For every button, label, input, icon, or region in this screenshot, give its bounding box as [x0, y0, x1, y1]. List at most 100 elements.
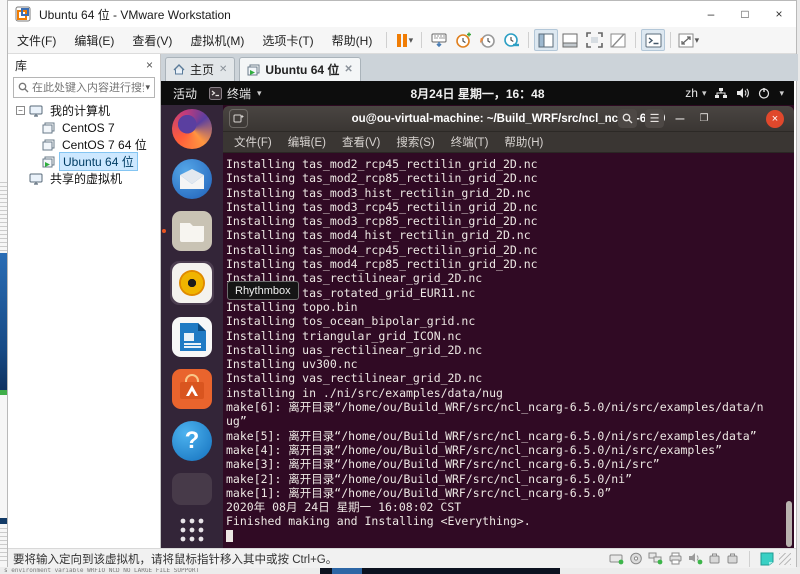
background-blue-block	[332, 567, 362, 574]
close-tab-icon[interactable]: ✕	[344, 64, 352, 75]
chevron-down-icon: ▾	[779, 88, 784, 99]
dock-app-grid[interactable]	[170, 513, 214, 547]
activities-button[interactable]: 活动	[161, 85, 209, 102]
manage-snapshots-button[interactable]	[499, 29, 523, 51]
minimize-button[interactable]: –	[694, 2, 728, 26]
hamburger-menu-button[interactable]: ☰	[645, 109, 664, 128]
terminal-line: Installing tas_mod4_rcp45_rectilin_grid_…	[226, 243, 794, 257]
background-text-lines	[0, 182, 7, 252]
menu-vm[interactable]: 虚拟机(M)	[181, 28, 253, 53]
sidebar-item-my-computer[interactable]: − 我的计算机	[16, 102, 160, 119]
pause-icon	[397, 34, 401, 47]
search-input[interactable]	[32, 82, 144, 94]
tree-label-selected[interactable]: Ubuntu 64 位	[59, 152, 138, 171]
computer-icon	[29, 105, 43, 117]
dock-rhythmbox[interactable]	[170, 261, 214, 305]
fullscreen-button[interactable]	[582, 29, 606, 51]
term-menu-terminal[interactable]: 终端(T)	[444, 132, 496, 152]
search-button[interactable]	[618, 109, 637, 128]
sidebar-item-centos7[interactable]: CentOS 7	[16, 119, 160, 136]
send-ctrl-alt-del-button[interactable]	[427, 29, 451, 51]
unity-mode-button[interactable]	[606, 29, 630, 51]
console-view-button[interactable]	[641, 29, 665, 51]
menu-file[interactable]: 文件(F)	[8, 28, 65, 53]
term-menu-edit[interactable]: 编辑(E)	[281, 132, 333, 152]
dock-thunderbird[interactable]	[170, 157, 214, 201]
terminal-line: ug”	[226, 414, 794, 428]
tree-label[interactable]: 共享的虚拟机	[47, 170, 125, 187]
toggle-thumbnail-bar-button[interactable]	[558, 29, 582, 51]
menu-edit[interactable]: 编辑(E)	[65, 28, 123, 53]
terminal-line: Finished making and Installing <Everythi…	[226, 514, 794, 528]
vmware-titlebar[interactable]: Ubuntu 64 位 - VMware Workstation – □ ×	[8, 1, 796, 27]
dock-libreoffice-writer[interactable]	[170, 315, 214, 359]
pause-vm-button[interactable]: ▾	[392, 29, 416, 51]
background-green-strip	[0, 390, 7, 395]
network-icon[interactable]	[714, 87, 728, 99]
toolbar-separator	[386, 32, 387, 48]
term-menu-help[interactable]: 帮助(H)	[497, 132, 550, 152]
maximize-button[interactable]: □	[728, 2, 762, 26]
tab-label[interactable]: Ubuntu 64 位	[265, 61, 339, 78]
sidebar-item-centos7-64[interactable]: CentOS 7 64 位	[16, 136, 160, 153]
network-adapter-icon[interactable]	[648, 552, 663, 565]
take-snapshot-button[interactable]	[451, 29, 475, 51]
library-search-box[interactable]: ▾	[13, 77, 155, 98]
input-method-indicator[interactable]: zh ▾	[685, 86, 706, 100]
resize-grip-icon[interactable]	[779, 553, 791, 565]
menu-view[interactable]: 查看(V)	[123, 28, 181, 53]
term-menu-view[interactable]: 查看(V)	[335, 132, 387, 152]
scrollbar-thumb[interactable]	[786, 501, 792, 547]
terminal-output[interactable]: Installing tas_mod2_rcp45_rectilin_grid_…	[223, 153, 794, 548]
tab-ubuntu-64[interactable]: Ubuntu 64 位 ✕	[239, 57, 360, 81]
home-icon	[173, 64, 185, 75]
sound-icon[interactable]	[688, 552, 703, 565]
app-menu[interactable]: 终端 ▾	[209, 85, 262, 102]
tree-label[interactable]: CentOS 7 64 位	[59, 136, 150, 153]
message-log-icon[interactable]	[760, 552, 774, 566]
app-menu-label[interactable]: 终端	[227, 85, 251, 102]
terminal-line: Installing tas_mod3_rcp85_rectilin_grid_…	[226, 214, 794, 228]
hdd-icon[interactable]	[609, 552, 624, 565]
revert-snapshot-button[interactable]	[475, 29, 499, 51]
terminal-line: Installing tas_mod2_rcp85_rectilin_grid_…	[226, 171, 794, 185]
tab-label[interactable]: 主页	[190, 61, 214, 78]
dock-help[interactable]: ?	[170, 419, 214, 463]
menu-tabs[interactable]: 选项卡(T)	[253, 28, 322, 53]
term-menu-file[interactable]: 文件(F)	[227, 132, 279, 152]
close-button[interactable]: ×	[762, 2, 796, 26]
usb-icon[interactable]	[708, 552, 721, 565]
files-icon	[172, 211, 212, 251]
terminal-app-icon	[209, 87, 222, 100]
menu-help[interactable]: 帮助(H)	[323, 28, 382, 53]
toolbar-separator	[749, 551, 750, 567]
toolbar-separator	[670, 32, 671, 48]
dock-ubuntu-software[interactable]	[170, 367, 214, 411]
close-library-icon[interactable]: ×	[146, 58, 153, 72]
cdrom-icon[interactable]	[629, 552, 643, 565]
sidebar-item-ubuntu-64[interactable]: Ubuntu 64 位	[16, 153, 160, 170]
dock-files[interactable]	[170, 209, 214, 253]
power-icon[interactable]	[758, 87, 770, 99]
dock-minimized-window[interactable]	[170, 471, 214, 507]
tree-label[interactable]: 我的计算机	[47, 102, 113, 119]
terminal-title: ou@ou-virtual-machine: ~/Build_WRF/src/n…	[223, 113, 794, 125]
terminal-headerbar[interactable]: ou@ou-virtual-machine: ~/Build_WRF/src/n…	[223, 106, 794, 132]
usb-icon[interactable]	[726, 552, 739, 565]
dock-firefox[interactable]	[170, 107, 214, 151]
revert-snapshot-icon	[479, 32, 496, 49]
toggle-library-button[interactable]	[534, 29, 558, 51]
collapse-icon[interactable]: −	[16, 106, 25, 115]
tab-home[interactable]: 主页 ✕	[165, 57, 235, 81]
tree-label[interactable]: CentOS 7	[59, 121, 118, 135]
printer-icon[interactable]	[668, 552, 683, 565]
term-menu-search[interactable]: 搜索(S)	[389, 132, 441, 152]
terminal-line: make[3]: 离开目录“/home/ou/Build_WRF/src/ncl…	[226, 457, 794, 471]
vmware-statusbar: 要将输入定向到该虚拟机，请将鼠标指针移入其中或按 Ctrl+G。	[8, 548, 796, 568]
sidebar-item-shared-vms[interactable]: 共享的虚拟机	[16, 170, 160, 187]
minimized-window-icon	[172, 473, 212, 505]
new-tab-button[interactable]	[229, 109, 248, 128]
volume-icon[interactable]	[736, 87, 750, 99]
close-tab-icon[interactable]: ✕	[219, 64, 227, 75]
fit-guest-button[interactable]: ▾	[676, 29, 700, 51]
